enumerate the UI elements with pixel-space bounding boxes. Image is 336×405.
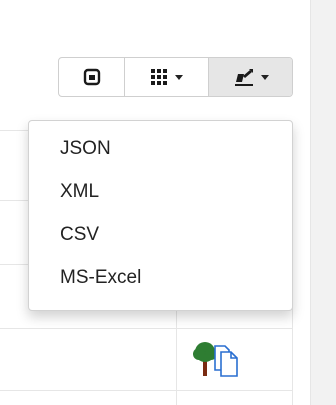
export-dropdown-menu: JSON XML CSV MS-Excel [28,120,293,311]
copy-document-icon[interactable] [214,345,238,377]
table-toolbar [58,57,293,97]
chevron-down-icon [174,74,183,80]
export-excel-item[interactable]: MS-Excel [29,256,292,299]
tree-icon[interactable] [193,342,217,376]
export-xml-item[interactable]: XML [29,170,292,213]
export-json-item[interactable]: JSON [29,127,292,170]
export-button[interactable] [208,58,292,96]
toggle-view-icon [83,68,100,86]
chevron-down-icon [260,74,269,80]
export-icon [234,69,253,86]
columns-button[interactable] [124,58,208,96]
toggle-view-button[interactable] [59,58,124,96]
row-actions [193,340,253,380]
columns-grid-icon [150,69,167,85]
row-divider [0,328,293,329]
row-divider [0,390,293,391]
export-csv-item[interactable]: CSV [29,213,292,256]
page-gutter [310,0,336,405]
